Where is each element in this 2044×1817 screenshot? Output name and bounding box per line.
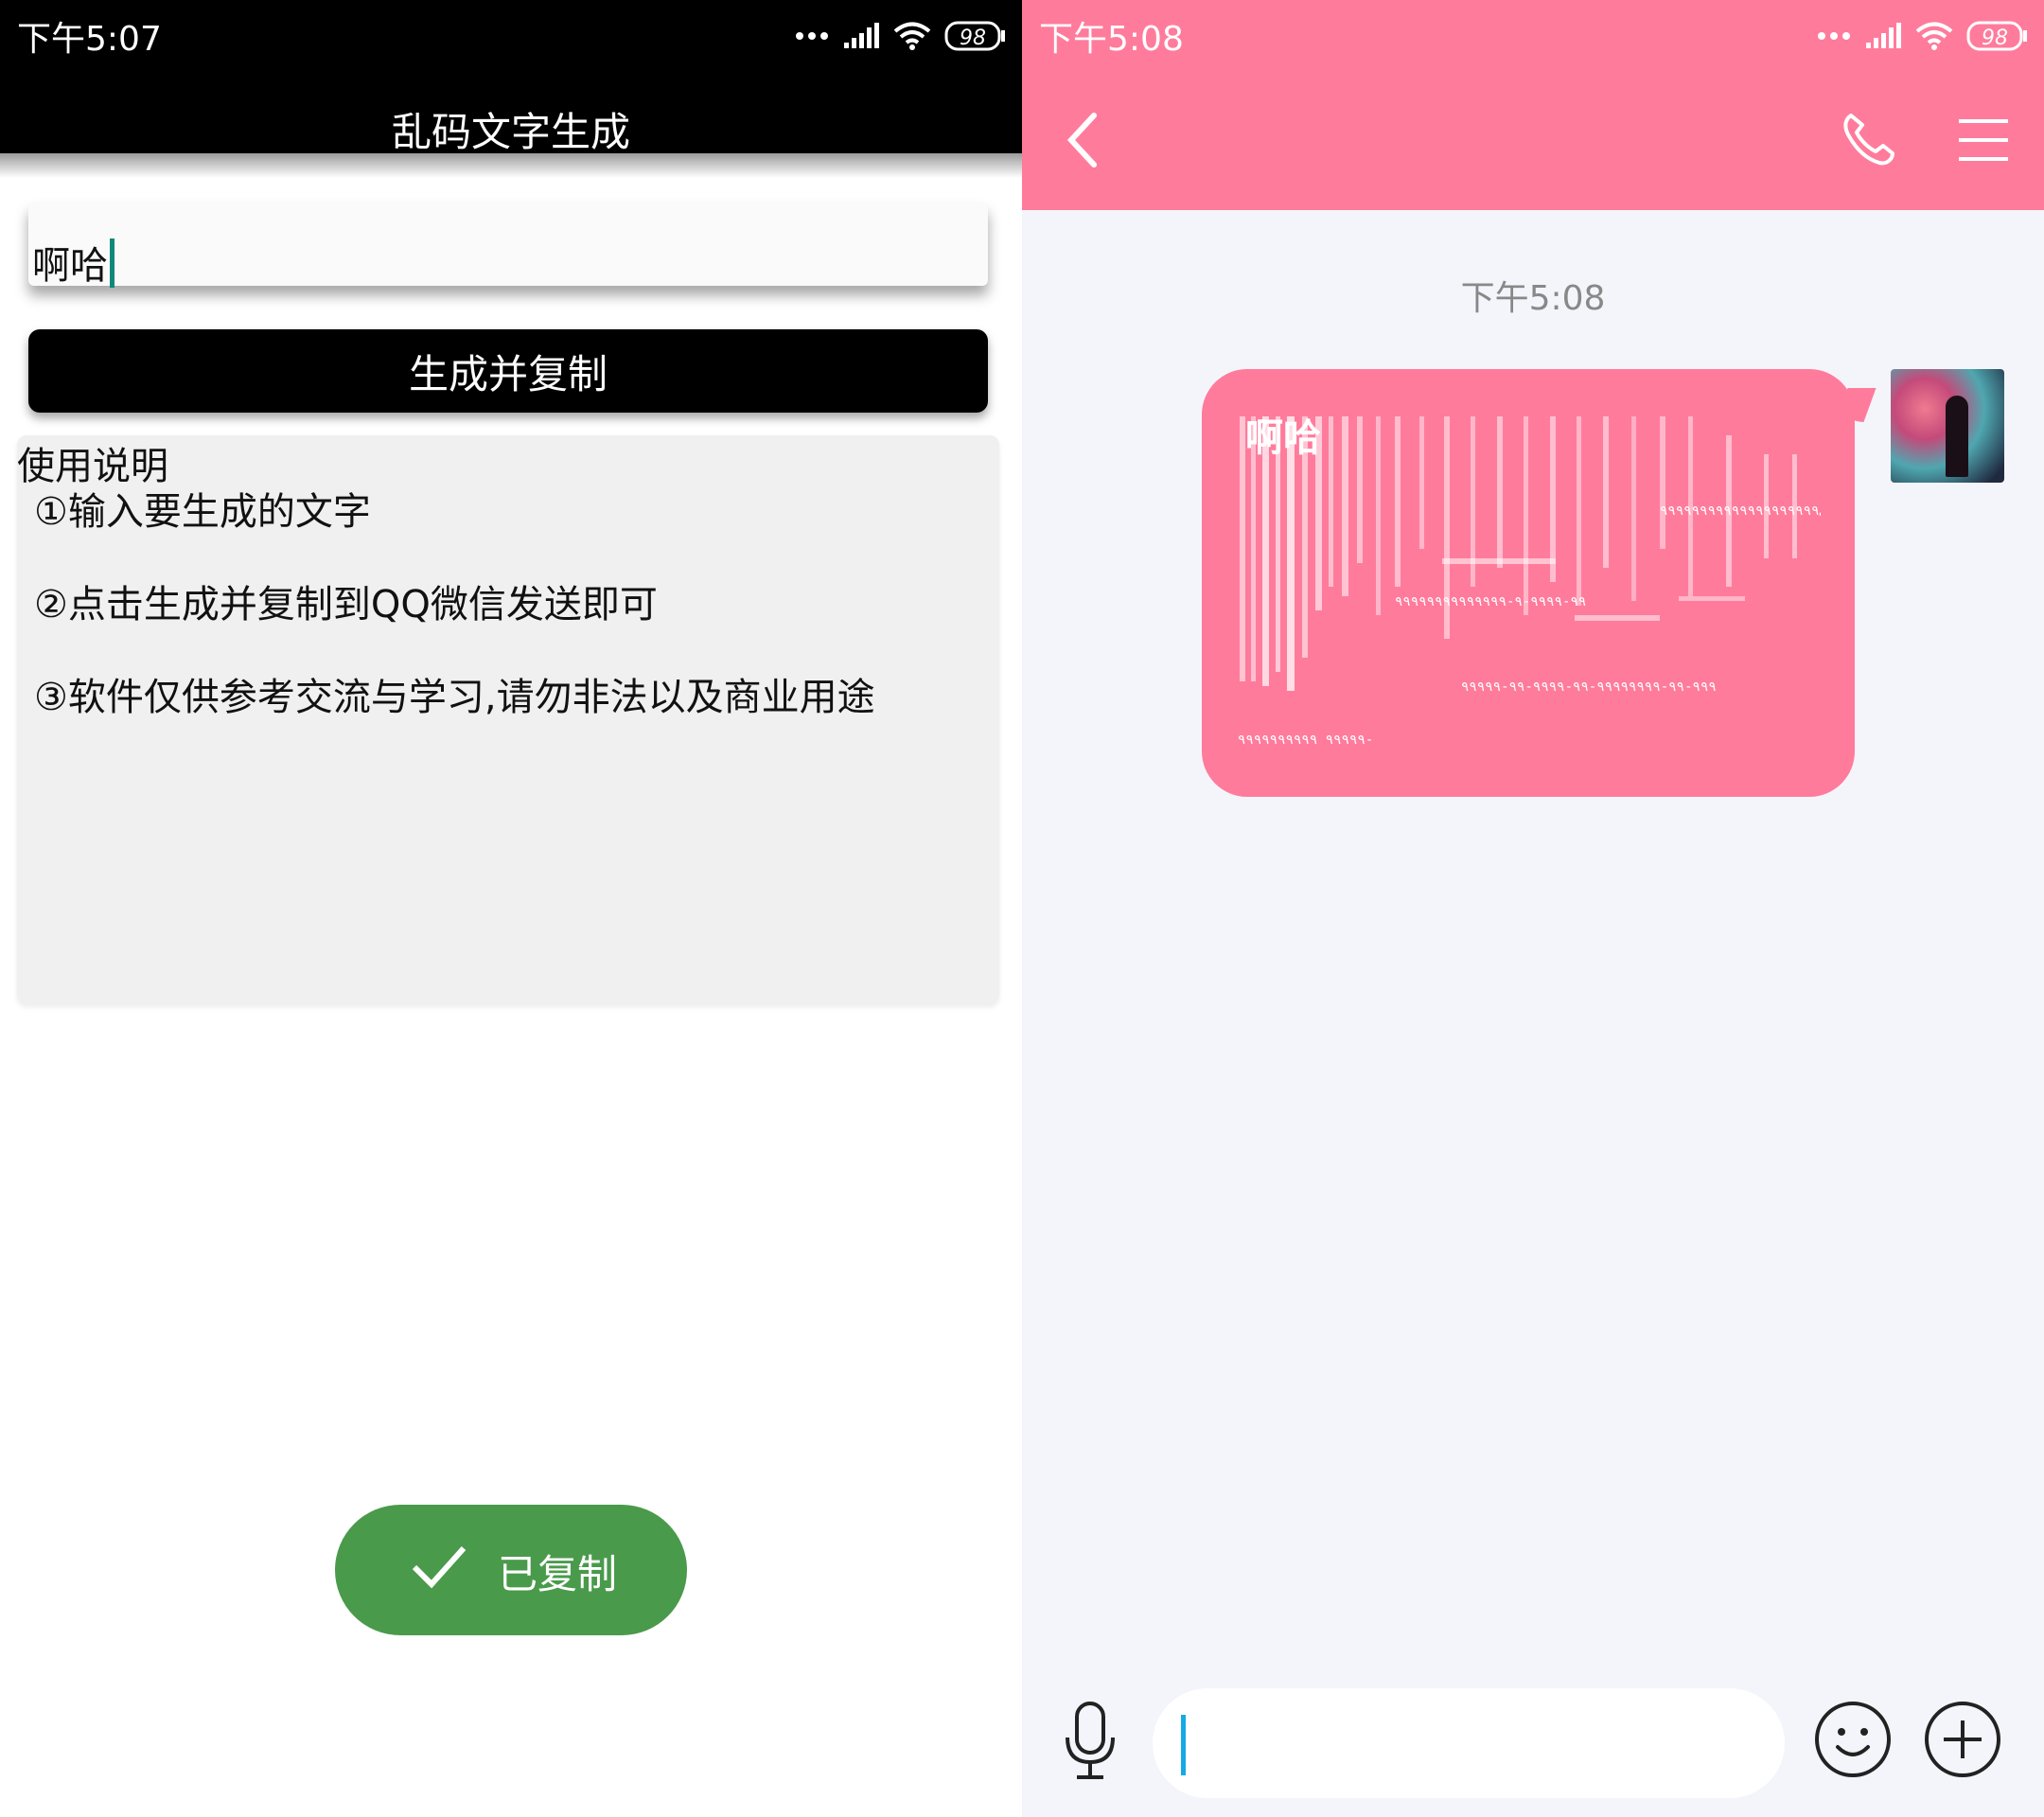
generator-app: 下午5:07 98 乱码文字生成 啊哈 生成并复制 使用说明 ①输入要生成的文字… — [0, 0, 1022, 1817]
input-caret — [1181, 1715, 1186, 1775]
copied-toast: 已复制 — [335, 1505, 687, 1635]
toast-label: 已复制 — [498, 1551, 618, 1597]
battery-icon: 98 — [944, 21, 1005, 51]
glitch-line: ٩٩٩٩٩ ٩٩٩٩٩٩٩٩٩٩- — [1238, 732, 1373, 748]
generate-copy-button[interactable]: 生成并复制 — [28, 329, 988, 413]
emoji-icon[interactable] — [1813, 1700, 1893, 1779]
avatar[interactable] — [1891, 369, 2004, 483]
instruction-item: ③软件仅供参考交流与学习,请勿非法以及商业用途 — [34, 676, 875, 719]
chat-input-bar — [1022, 1666, 2044, 1817]
status-bar: 下午5:08 98 — [1022, 0, 2044, 66]
instruction-item: ①输入要生成的文字 — [34, 490, 371, 534]
chat-screen: 下午5:08 98 下午5:08 ٩٩٩٩٩٩٩٩٩٩٩٩٩٩٩٩٩٩٩٩ ٩٩… — [1022, 0, 2044, 1817]
glitch-text: ي٩٩٩٩٩٩٩٩٩٩٩٩٩٩٩٩٩٩٩٩ ٩٩-٩٩٩٩-٩-٩٩٩٩٩٩٩٩… — [1238, 416, 1821, 748]
message-bubble[interactable]: ي٩٩٩٩٩٩٩٩٩٩٩٩٩٩٩٩٩٩٩٩ ٩٩-٩٩٩٩-٩-٩٩٩٩٩٩٩٩… — [1202, 369, 1855, 797]
text-caret — [110, 238, 115, 288]
svg-text:98: 98 — [960, 26, 986, 50]
microphone-icon[interactable] — [1060, 1700, 1120, 1783]
status-time: 下午5:07 — [17, 20, 162, 59]
header-shadow — [0, 153, 1022, 178]
plus-icon[interactable] — [1923, 1700, 2002, 1779]
glitch-line: ٩٩٩-٩٩-٩٩٩٩٩٩٩٩-٩٩-٩٩٩٩-٩٩-٩٩٩٩٩ — [1461, 679, 1717, 695]
message-input[interactable] — [1153, 1688, 1785, 1798]
back-arrow-icon[interactable] — [1064, 112, 1101, 168]
glitch-line: ٩٩-٩٩٩٩-٩-٩٩٩٩٩٩٩٩٩٩٩٩٩٩ — [1395, 594, 1586, 609]
app-header: 下午5:07 98 乱码文字生成 — [0, 0, 1022, 155]
more-dots-icon — [1818, 32, 1850, 40]
page-title: 乱码文字生成 — [391, 109, 630, 155]
more-dots-icon — [796, 32, 828, 40]
chat-header: 下午5:08 98 — [1022, 0, 2044, 210]
glitch-columns — [1240, 416, 1797, 691]
chat-timestamp: 下午5:08 — [1460, 279, 1606, 318]
menu-icon[interactable] — [1957, 117, 2010, 163]
wifi-icon — [1915, 22, 1953, 50]
status-bar: 下午5:07 98 — [0, 0, 1022, 66]
check-icon — [412, 1545, 467, 1589]
phone-icon[interactable] — [1840, 110, 1896, 167]
wifi-icon — [893, 22, 931, 50]
svg-text:98: 98 — [1982, 26, 2008, 50]
instruction-item: ②点击生成并复制到QQ微信发送即可 — [34, 583, 658, 626]
status-icons: 98 — [795, 17, 1007, 55]
glitch-line: ي٩٩٩٩٩٩٩٩٩٩٩٩٩٩٩٩٩٩٩٩ — [1660, 503, 1821, 519]
status-icons: 98 — [1817, 17, 2029, 55]
status-time: 下午5:08 — [1039, 20, 1184, 59]
message-text: 啊哈 — [1245, 416, 1321, 460]
signal-icon — [844, 23, 879, 48]
instructions-panel: 使用说明 ①输入要生成的文字 ②点击生成并复制到QQ微信发送即可 ③软件仅供参考… — [17, 435, 999, 1003]
avatar-figure — [1946, 396, 1968, 477]
battery-icon: 98 — [1966, 21, 2027, 51]
input-value: 啊哈 — [32, 235, 115, 290]
text-input[interactable]: 啊哈 — [28, 203, 988, 288]
signal-icon — [1866, 23, 1901, 48]
